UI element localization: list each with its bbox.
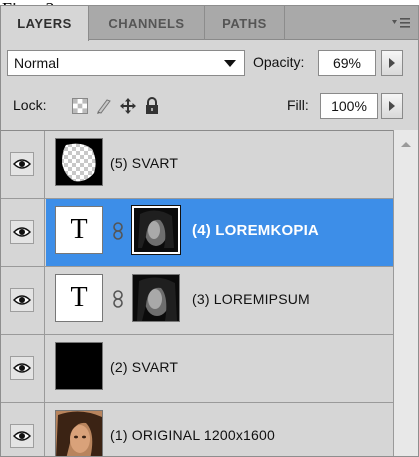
- layer-name: (2) SVART: [110, 359, 179, 375]
- eye-icon[interactable]: [10, 424, 34, 448]
- layer-body[interactable]: (2) SVART: [46, 335, 393, 402]
- layer-mask-thumbnail[interactable]: [132, 206, 180, 254]
- layer-list-scrollbar[interactable]: [393, 130, 418, 456]
- text-layer-icon: T: [55, 206, 103, 254]
- blend-mode-select[interactable]: Normal: [7, 50, 245, 76]
- tab-paths[interactable]: PATHS: [205, 6, 285, 40]
- fill-input[interactable]: 100%: [320, 93, 378, 119]
- triangle-right-icon: [389, 101, 395, 111]
- link-icon: [113, 290, 123, 308]
- visibility-cell: [1, 267, 45, 334]
- layer-mask-thumbnail[interactable]: [132, 274, 180, 322]
- opacity-input[interactable]: 69%: [318, 50, 376, 76]
- eye-icon[interactable]: [10, 220, 34, 244]
- layer-body[interactable]: (5) SVART: [46, 131, 393, 198]
- scroll-up-arrow-icon[interactable]: [401, 142, 411, 147]
- layer-name: (1) ORIGINAL 1200x1600: [110, 427, 275, 443]
- opacity-slider-button[interactable]: [381, 50, 403, 76]
- layer-name: (5) SVART: [110, 155, 179, 171]
- layer-body[interactable]: T (3) LOREMIPSUM: [46, 267, 393, 334]
- tab-channels[interactable]: CHANNELS: [89, 6, 205, 40]
- layer-name: (3) LOREMIPSUM: [192, 291, 310, 307]
- text-layer-icon: T: [55, 274, 103, 322]
- visibility-cell: [1, 199, 45, 266]
- layer-row-4[interactable]: T (4) LOREMKOPIA: [1, 199, 393, 267]
- chevron-down-icon: [224, 60, 236, 67]
- panel-tab-bar: LAYERS CHANNELS PATHS: [1, 6, 418, 41]
- layer-row-1[interactable]: (1) ORIGINAL 1200x1600: [1, 403, 393, 456]
- lock-label: Lock:: [13, 97, 47, 113]
- fill-label: Fill:: [287, 97, 309, 113]
- eye-icon[interactable]: [10, 288, 34, 312]
- visibility-cell: [1, 335, 45, 402]
- layer-body[interactable]: T (4) LOREMKOPIA: [46, 199, 393, 266]
- lock-image-icon[interactable]: [95, 97, 113, 115]
- layer-thumbnail: [55, 342, 103, 390]
- panel-menu-icon[interactable]: [390, 13, 412, 33]
- layer-row-2[interactable]: (2) SVART: [1, 335, 393, 403]
- visibility-cell: [1, 403, 45, 456]
- layer-thumbnail-photo: [55, 410, 103, 456]
- triangle-right-icon: [389, 58, 395, 68]
- fill-slider-button[interactable]: [381, 93, 403, 119]
- tab-layers[interactable]: LAYERS: [1, 6, 89, 41]
- layer-name: (4) LOREMKOPIA: [192, 222, 319, 239]
- eye-icon[interactable]: [10, 152, 34, 176]
- link-icon: [113, 222, 123, 240]
- visibility-cell: [1, 131, 45, 198]
- eye-icon[interactable]: [10, 356, 34, 380]
- layer-row-3[interactable]: T (3) LOREMIPSUM: [1, 267, 393, 335]
- layer-body[interactable]: (1) ORIGINAL 1200x1600: [46, 403, 393, 456]
- lock-transparent-icon[interactable]: [71, 97, 89, 115]
- blend-mode-value: Normal: [14, 55, 60, 71]
- lock-position-icon[interactable]: [119, 97, 137, 115]
- layer-list: (5) SVART T (4) LOREMKOPIA T (3) LOREMIP…: [1, 130, 393, 456]
- layer-thumbnail-mask: [55, 138, 103, 186]
- lock-all-icon[interactable]: [143, 97, 161, 115]
- opacity-label: Opacity:: [253, 54, 305, 70]
- layer-row-5[interactable]: (5) SVART: [1, 131, 393, 199]
- layers-panel: LAYERS CHANNELS PATHS Normal Opacity: 69…: [0, 5, 419, 457]
